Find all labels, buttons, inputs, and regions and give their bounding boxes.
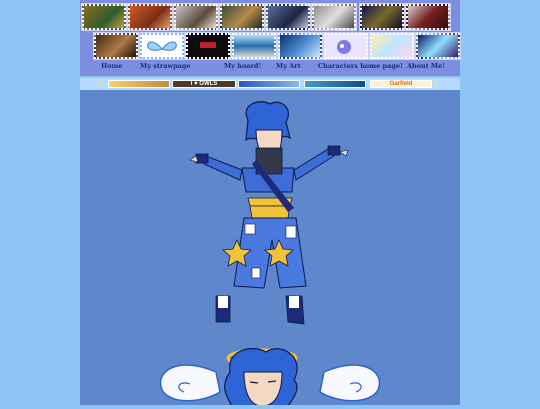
red-glyph-icon (200, 42, 216, 48)
banner-garfield[interactable]: Garfield (370, 80, 432, 88)
nav-link-hoard[interactable]: My hoard! (224, 62, 261, 70)
stamp-orange-character[interactable] (127, 3, 173, 31)
sparkle-icon: ✦ (98, 79, 105, 88)
main-content-area (80, 90, 460, 407)
character-full-body (189, 101, 349, 325)
stamp-cat[interactable] (311, 3, 357, 31)
banner-blinkie-1[interactable] (108, 80, 170, 88)
stamp-red-text[interactable] (185, 32, 231, 60)
nav-link-my-art[interactable]: My Art (276, 62, 301, 70)
banner-blinkie-4[interactable] (304, 80, 366, 88)
banner-blinkie-3[interactable] (238, 80, 300, 88)
nav-link-about-me[interactable]: About Me! (407, 62, 445, 70)
stamp-cute-creature[interactable] (323, 32, 369, 60)
stamp-brown-hair-character[interactable] (93, 32, 139, 60)
stamp-owl-cartoon[interactable] (81, 3, 127, 31)
character-artwork (159, 101, 381, 407)
navigation-bar: Home My strawpage My hoard! My Art Chara… (80, 60, 460, 76)
nav-link-strawpage[interactable]: My strawpage (140, 62, 191, 70)
stamp-dolphin[interactable] (277, 32, 323, 60)
stamp-aurora[interactable] (415, 32, 461, 60)
stamp-movie-scene[interactable] (219, 3, 265, 31)
creature-icon (337, 40, 351, 54)
sparkle-icon: ✦ (433, 79, 440, 88)
nav-link-home[interactable]: Home (101, 62, 123, 70)
blinkie-banner-row: ✦ I ♥ OWLS Garfield ✦ (80, 78, 460, 90)
character-angel-bust (159, 348, 381, 407)
wings-icon (147, 41, 177, 51)
stamp-dark-figure[interactable] (359, 3, 405, 31)
stamp-red-hair-character[interactable] (405, 3, 451, 31)
nav-link-characters[interactable]: Characters home page! (318, 62, 403, 70)
stamp-sparkle-pastel[interactable] (369, 32, 415, 60)
stamp-aquarium[interactable] (231, 32, 277, 60)
banner-owls[interactable]: I ♥ OWLS (172, 80, 236, 88)
banner-garfield-label: Garfield (389, 81, 413, 87)
stamp-wings[interactable] (139, 32, 185, 60)
stamp-animals[interactable] (173, 3, 219, 31)
banner-owls-label: I ♥ OWLS (190, 81, 218, 87)
stamp-game-character[interactable] (265, 3, 311, 31)
